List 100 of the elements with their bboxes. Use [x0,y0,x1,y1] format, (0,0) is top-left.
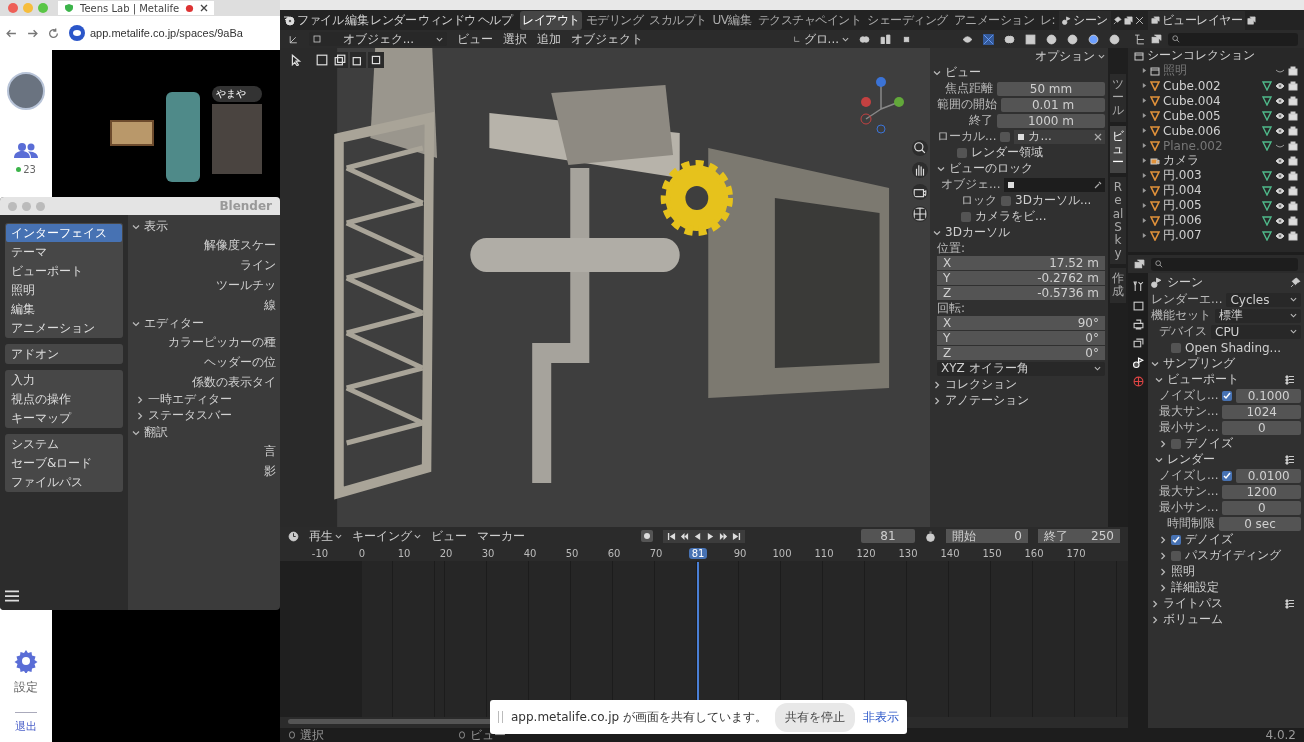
chevron-icon[interactable] [1159,567,1167,576]
chevron-icon[interactable] [933,228,941,237]
close-icon[interactable] [1094,132,1102,141]
outliner-item-name[interactable]: 円.003 [1163,167,1202,184]
menu-item[interactable]: マーカー [477,527,525,545]
camera-icon[interactable] [1288,140,1298,151]
workspace-tab[interactable]: シェーディング [865,10,950,30]
checkbox[interactable] [1171,342,1181,353]
back-arrow-icon[interactable] [6,27,17,39]
menu-item[interactable]: ビュー [431,527,467,545]
eye-icon[interactable] [1275,215,1285,226]
snap-icon[interactable] [880,33,891,45]
panel-title[interactable]: エディター [144,315,204,332]
number-field[interactable]: 1024 [1222,404,1301,419]
chevron-icon[interactable] [933,68,941,77]
checkbox-label[interactable]: 3Dカーソル... [1015,192,1092,209]
workspace-tab[interactable]: モデリング [583,10,645,30]
exit-link[interactable]: 退出 [15,712,37,734]
panel-title[interactable]: デノイズ [1185,435,1233,452]
expand-arrow-icon[interactable] [1142,158,1147,163]
options-dropdown[interactable]: オプション [1035,48,1105,65]
menu-item[interactable]: ウィンドウ [418,11,476,29]
camera-icon[interactable] [1288,170,1298,181]
record-button-icon[interactable] [641,530,653,542]
number-field[interactable]: 0 [1222,500,1301,515]
mesh-data-icon[interactable] [1262,95,1272,106]
wireframe-icon[interactable] [1046,33,1057,45]
nav-item[interactable]: テーマ [6,243,122,261]
hide-link[interactable]: 非表示 [862,708,899,726]
panel-title[interactable]: ビュー [945,64,981,81]
playhead[interactable]: 81 [688,547,708,559]
pin-icon[interactable] [1112,15,1122,25]
current-frame-field[interactable]: 81 [861,529,915,543]
list-icon[interactable] [1285,598,1295,609]
workspace-tab[interactable]: レ: [1038,10,1058,30]
number-field[interactable]: Y -0.2762 m [937,271,1105,285]
number-field[interactable]: 0.0100 [1236,468,1301,483]
menu-item[interactable]: ファイル [297,11,343,29]
forward-arrow-icon[interactable] [27,27,38,39]
list-icon[interactable] [1285,454,1295,465]
mode-dropdown[interactable]: オブジェク... [309,32,447,46]
menu-item[interactable]: オブジェクト [570,30,643,48]
pin-icon[interactable] [1290,276,1301,288]
chevron-icon[interactable] [1155,455,1163,464]
camera-icon[interactable] [1288,65,1298,76]
nav-item[interactable]: 編集 [6,300,122,318]
panel-title[interactable]: パスガイディング [1185,547,1281,564]
number-field[interactable]: Z -0.5736 m [937,286,1105,300]
panel-title[interactable]: 翻訳 [144,424,168,441]
workspace-tab[interactable]: スカルプト [647,10,709,30]
workspace-tab[interactable]: レイアウト [520,10,582,30]
mesh-data-icon[interactable] [1262,80,1272,91]
drag-handle[interactable] [498,711,503,723]
copy-icon[interactable] [1123,15,1133,25]
nav-item[interactable]: キーマップ [6,409,122,427]
expand-arrow-icon[interactable] [1142,143,1147,148]
expand-arrow-icon[interactable] [1142,113,1147,118]
nav-item[interactable]: アニメーション [6,319,122,337]
end-frame-field[interactable]: 終了 250 [1038,529,1120,543]
panel-title[interactable]: サンプリング [1163,355,1235,372]
expand-arrow-icon[interactable] [1142,188,1147,193]
solid-sphere-icon[interactable] [1067,33,1078,45]
panel-title[interactable]: 詳細設定 [1171,579,1219,596]
image-stack-icon[interactable] [1134,258,1145,270]
nav-item[interactable]: セーブ&ロード [6,454,122,472]
mesh-data-icon[interactable] [1262,200,1272,211]
jump-start-icon[interactable] [667,531,676,541]
checkbox-label[interactable]: レンダー領域 [971,144,1043,161]
start-frame-field[interactable]: 開始 0 [946,529,1028,543]
expand-arrow-icon[interactable] [1142,233,1147,238]
nav-item[interactable]: ファイルパス [6,473,122,491]
outliner-item-name[interactable]: 円.007 [1163,227,1202,244]
checkbox[interactable] [1001,195,1011,206]
number-field[interactable]: 0.01 m [1001,97,1105,112]
chevron-icon[interactable] [933,396,941,405]
object-field[interactable]: カ... [1014,129,1105,144]
eye-icon[interactable] [1275,95,1285,106]
checkbox[interactable] [1171,550,1181,561]
camera-icon[interactable] [1288,185,1298,196]
blender-logo-icon[interactable] [283,14,295,26]
subtract-selection-icon[interactable] [350,52,366,68]
chevron-icon[interactable] [1159,551,1167,560]
checkbox[interactable] [1000,131,1011,142]
mesh-data-icon[interactable] [1262,140,1272,151]
copy-icon[interactable] [1247,15,1257,25]
number-field[interactable]: 0.1000 [1236,388,1301,403]
panel-title[interactable]: コレクション [945,376,1017,393]
panel-title[interactable]: 表示 [144,218,168,235]
camera-icon[interactable] [1288,230,1298,241]
globe-icon[interactable] [1132,376,1144,387]
number-field[interactable]: 1200 [1222,484,1301,499]
sidebar-tab[interactable]: Real Sky [1110,177,1126,265]
chevron-icon[interactable] [933,380,941,389]
invert-selection-icon[interactable] [368,52,384,68]
checkbox[interactable] [1171,534,1181,545]
close-icon[interactable] [200,4,209,12]
expand-arrow-icon[interactable] [1142,203,1147,208]
chevron-icon[interactable] [132,428,140,437]
dropdown[interactable]: CPU [1211,324,1301,339]
xray-icon[interactable] [1025,33,1036,45]
